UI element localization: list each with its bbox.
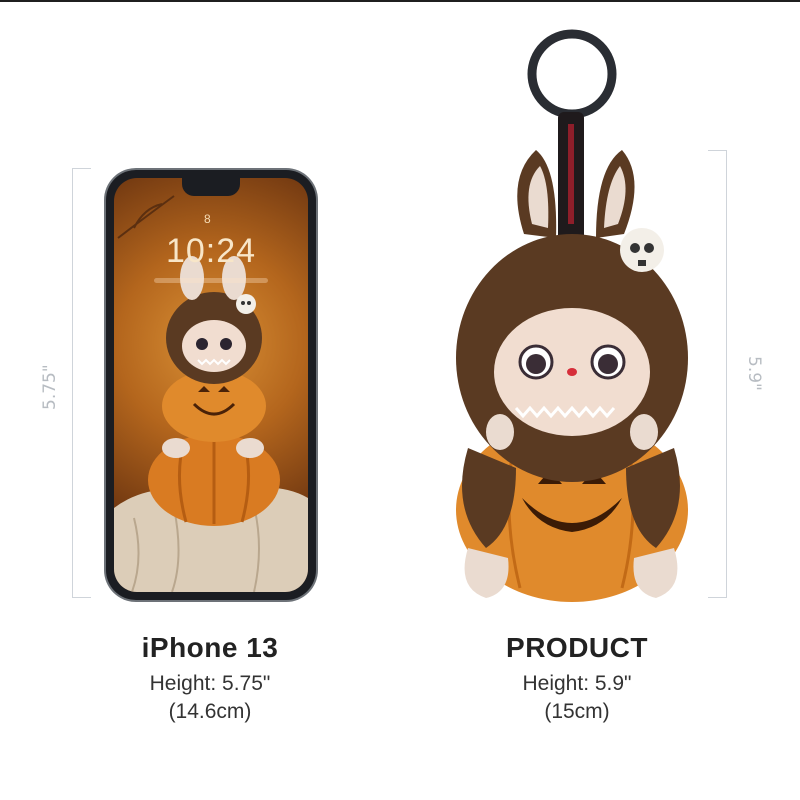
lockscreen-date: [154, 278, 268, 283]
phone-height-bracket: [72, 168, 91, 598]
product-height-bracket: [708, 150, 727, 598]
phone-screen: 8 10:24: [114, 178, 308, 592]
iphone-height: Height: 5.75": [149, 672, 271, 695]
top-rule: [0, 0, 800, 2]
iphone-caption: iPhone 13 Height: 5.75" (14.6cm): [110, 632, 310, 724]
phone-height-label: 5.75": [40, 364, 60, 410]
lock-icon: 8: [204, 212, 211, 226]
product-keychain-image: [456, 29, 688, 602]
phone-notch: [182, 178, 240, 196]
iphone-title: iPhone 13: [141, 632, 279, 663]
lockscreen-time: 10:24: [165, 232, 257, 270]
product-height: Height: 5.9": [522, 672, 632, 695]
product-height-metric: (15cm): [544, 700, 610, 723]
product-caption: PRODUCT Height: 5.9" (15cm): [470, 632, 684, 724]
product-height-label: 5.9": [744, 356, 764, 391]
iphone-height-metric: (14.6cm): [168, 700, 252, 723]
iphone-image: 8 10:24: [106, 170, 316, 600]
product-title: PRODUCT: [506, 632, 648, 663]
